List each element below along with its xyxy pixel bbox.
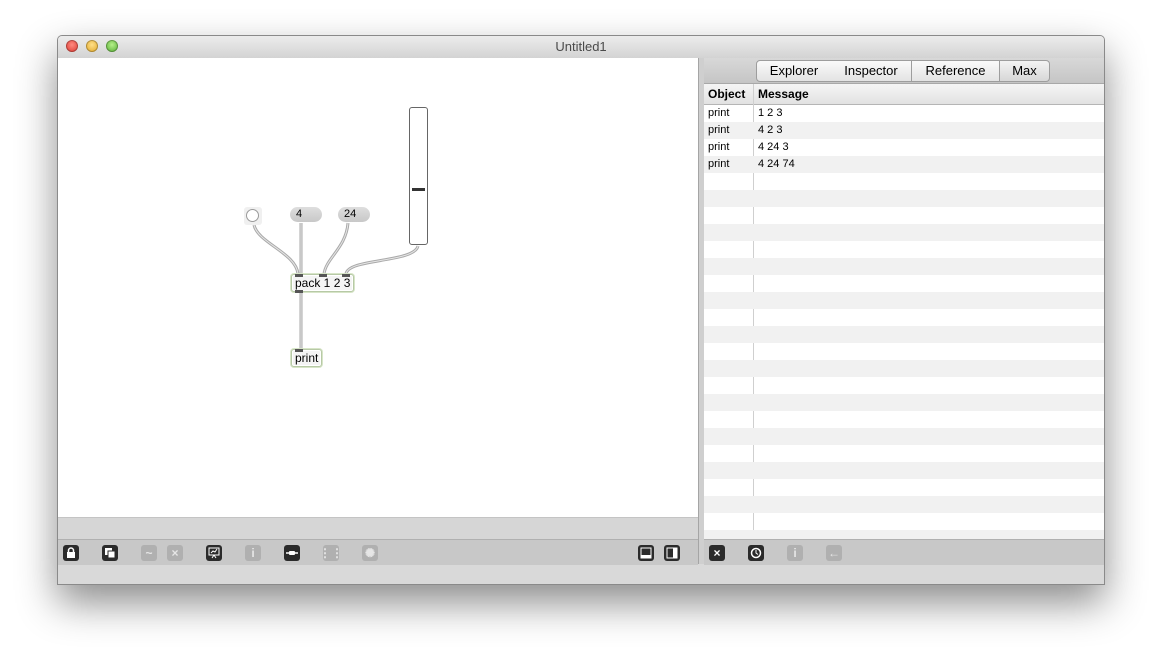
pack-inlet-3	[342, 274, 350, 277]
table-row[interactable]	[704, 190, 1104, 207]
row-object: print	[708, 141, 730, 153]
patcher-status-bar	[58, 517, 698, 540]
object-icon[interactable]	[284, 545, 300, 561]
table-row[interactable]	[704, 377, 1104, 394]
console-toolbar: × i ←	[704, 539, 1104, 565]
bottom-panel-icon[interactable]	[638, 545, 654, 561]
back-icon[interactable]: ←	[826, 545, 842, 561]
table-row[interactable]	[704, 462, 1104, 479]
table-row[interactable]	[704, 445, 1104, 462]
tab-reference[interactable]: Reference	[912, 60, 1000, 82]
console-column-header: Object Message	[704, 84, 1104, 105]
grid-icon[interactable]: ⋮⋮	[319, 545, 343, 561]
console-rows: print 1 2 3 print 4 2 3 print 4 24 3 print 4 24…	[704, 105, 1104, 539]
max-window: Untitled1 4 24 pack 1 2 3 print ~ × i ⋮⋮…	[57, 35, 1105, 585]
delete-icon[interactable]: ×	[167, 545, 183, 561]
table-row[interactable]	[704, 411, 1104, 428]
number-box-a[interactable]: 4	[290, 207, 322, 222]
sidebar-tabs: Explorer Inspector Reference Max	[704, 58, 1104, 84]
patch-cords-icon[interactable]: ~	[141, 545, 157, 561]
extras-icon[interactable]: ✺	[362, 545, 378, 561]
table-row[interactable]	[704, 513, 1104, 530]
table-row[interactable]	[704, 258, 1104, 275]
row-message: 4 24 74	[758, 158, 795, 170]
pack-inlet-2	[319, 274, 327, 277]
row-message: 4 24 3	[758, 141, 789, 153]
column-message[interactable]: Message	[758, 87, 809, 101]
table-row[interactable]	[704, 275, 1104, 292]
table-row[interactable]: print 4 24 74	[704, 156, 1104, 173]
table-row[interactable]	[704, 394, 1104, 411]
info-icon[interactable]: i	[245, 545, 261, 561]
table-row[interactable]	[704, 496, 1104, 513]
table-row[interactable]	[704, 343, 1104, 360]
patcher-canvas[interactable]: 4 24 pack 1 2 3 print	[58, 58, 698, 539]
table-row[interactable]: print 1 2 3	[704, 105, 1104, 122]
window-title: Untitled1	[555, 39, 607, 54]
table-row[interactable]	[704, 207, 1104, 224]
table-row[interactable]	[704, 292, 1104, 309]
table-row[interactable]	[704, 428, 1104, 445]
patcher-toolbar: ~ × i ⋮⋮ ✺	[58, 539, 698, 565]
table-row[interactable]	[704, 173, 1104, 190]
cord-toggle-to-pack	[252, 224, 300, 275]
table-row[interactable]	[704, 309, 1104, 326]
pack-outlet	[295, 290, 303, 293]
table-row[interactable]	[704, 479, 1104, 496]
patch-cords	[252, 222, 420, 350]
tab-max[interactable]: Max	[1000, 60, 1050, 82]
row-object: print	[708, 107, 730, 119]
number-box-b[interactable]: 24	[338, 207, 370, 222]
column-object[interactable]: Object	[708, 87, 745, 101]
timestamp-icon[interactable]	[748, 545, 764, 561]
cord-num24-to-pack	[322, 222, 350, 275]
tab-explorer[interactable]: Explorer	[756, 60, 832, 82]
info-icon[interactable]: i	[787, 545, 803, 561]
debug-icon[interactable]	[206, 545, 222, 561]
tab-inspector[interactable]: Inspector	[831, 60, 912, 82]
table-row[interactable]	[704, 360, 1104, 377]
table-row[interactable]: print 4 24 3	[704, 139, 1104, 156]
row-object: print	[708, 158, 730, 170]
side-panel-icon[interactable]	[664, 545, 680, 561]
title-bar[interactable]: Untitled1	[58, 36, 1104, 59]
print-inlet	[295, 349, 303, 352]
toggle-object[interactable]	[244, 207, 262, 225]
table-row[interactable]: print 4 2 3	[704, 122, 1104, 139]
slider-knob[interactable]	[412, 187, 425, 191]
table-row[interactable]	[704, 530, 1104, 539]
pack-inlet-1	[295, 274, 303, 277]
presentation-toggle-icon[interactable]	[102, 545, 118, 561]
row-message: 4 2 3	[758, 124, 783, 136]
toggle-ring-icon	[246, 209, 259, 222]
clear-icon[interactable]: ×	[709, 545, 725, 561]
row-message: 1 2 3	[758, 107, 783, 119]
sidebar-max-console: Explorer Inspector Reference Max Object …	[704, 58, 1104, 539]
table-row[interactable]	[704, 241, 1104, 258]
table-row[interactable]	[704, 326, 1104, 343]
row-object: print	[708, 124, 730, 136]
vertical-slider[interactable]	[409, 107, 428, 245]
table-row[interactable]	[704, 224, 1104, 241]
lock-icon[interactable]	[63, 545, 79, 561]
